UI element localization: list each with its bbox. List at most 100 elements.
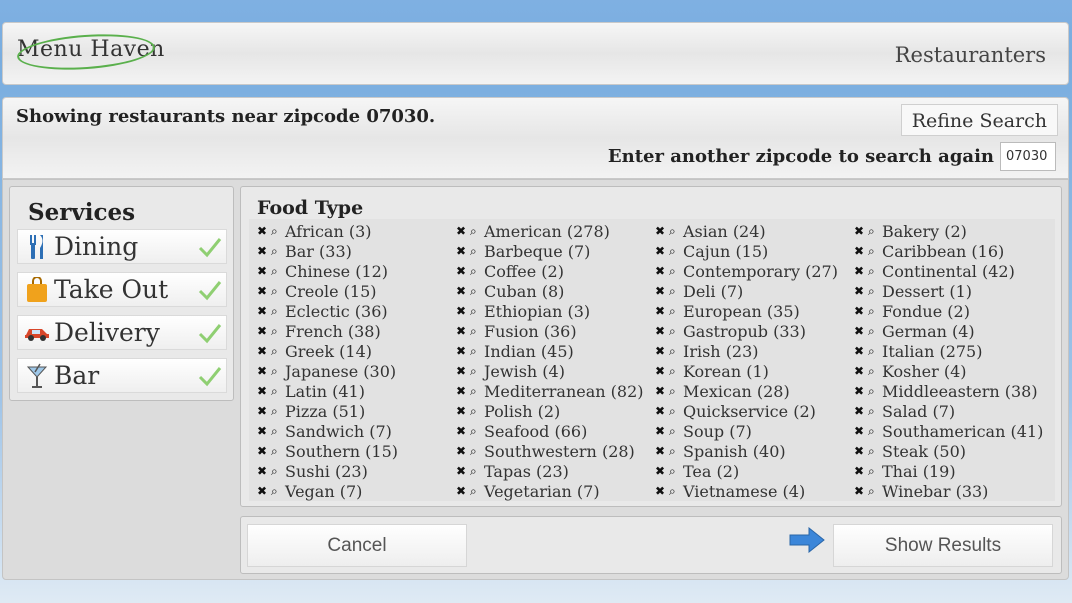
food-type-label[interactable]: Kosher (4) <box>882 362 967 381</box>
food-type-label[interactable]: Winebar (33) <box>882 482 988 501</box>
search-icon[interactable]: ⌕ <box>669 284 683 299</box>
exclude-icon[interactable]: ✖ <box>456 464 470 478</box>
search-icon[interactable]: ⌕ <box>868 284 882 299</box>
search-icon[interactable]: ⌕ <box>868 464 882 479</box>
search-icon[interactable]: ⌕ <box>470 384 484 399</box>
food-type-label[interactable]: German (4) <box>882 322 975 341</box>
exclude-icon[interactable]: ✖ <box>655 364 669 378</box>
food-type-label[interactable]: Korean (1) <box>683 362 769 381</box>
exclude-icon[interactable]: ✖ <box>854 324 868 338</box>
search-icon[interactable]: ⌕ <box>868 424 882 439</box>
exclude-icon[interactable]: ✖ <box>854 364 868 378</box>
search-icon[interactable]: ⌕ <box>470 444 484 459</box>
exclude-icon[interactable]: ✖ <box>456 364 470 378</box>
food-type-label[interactable]: Greek (14) <box>285 342 372 361</box>
exclude-icon[interactable]: ✖ <box>456 424 470 438</box>
food-type-label[interactable]: Coffee (2) <box>484 262 564 281</box>
food-type-label[interactable]: American (278) <box>484 222 610 241</box>
exclude-icon[interactable]: ✖ <box>854 384 868 398</box>
food-type-label[interactable]: Tapas (23) <box>484 462 569 481</box>
food-type-label[interactable]: Fusion (36) <box>484 322 577 341</box>
search-icon[interactable]: ⌕ <box>271 344 285 359</box>
service-bar[interactable]: Bar <box>17 358 227 393</box>
search-icon[interactable]: ⌕ <box>271 464 285 479</box>
exclude-icon[interactable]: ✖ <box>257 304 271 318</box>
show-results-button[interactable]: Show Results <box>833 524 1053 567</box>
zipcode-input[interactable] <box>1000 142 1056 171</box>
refine-search-button[interactable]: Refine Search <box>900 104 1058 136</box>
search-icon[interactable]: ⌕ <box>669 224 683 239</box>
food-type-label[interactable]: Cuban (8) <box>484 282 564 301</box>
search-icon[interactable]: ⌕ <box>669 244 683 259</box>
food-type-label[interactable]: Fondue (2) <box>882 302 970 321</box>
food-type-label[interactable]: Steak (50) <box>882 442 966 461</box>
food-type-label[interactable]: African (3) <box>285 222 372 241</box>
exclude-icon[interactable]: ✖ <box>257 224 271 238</box>
search-icon[interactable]: ⌕ <box>271 384 285 399</box>
exclude-icon[interactable]: ✖ <box>257 444 271 458</box>
exclude-icon[interactable]: ✖ <box>456 264 470 278</box>
exclude-icon[interactable]: ✖ <box>655 484 669 498</box>
exclude-icon[interactable]: ✖ <box>456 484 470 498</box>
exclude-icon[interactable]: ✖ <box>854 264 868 278</box>
food-type-label[interactable]: Middleeastern (38) <box>882 382 1038 401</box>
food-type-label[interactable]: Eclectic (36) <box>285 302 388 321</box>
search-icon[interactable]: ⌕ <box>669 444 683 459</box>
exclude-icon[interactable]: ✖ <box>655 284 669 298</box>
food-type-label[interactable]: Salad (7) <box>882 402 955 421</box>
search-icon[interactable]: ⌕ <box>271 444 285 459</box>
search-icon[interactable]: ⌕ <box>669 384 683 399</box>
food-type-label[interactable]: Deli (7) <box>683 282 743 301</box>
food-type-label[interactable]: Barbeque (7) <box>484 242 590 261</box>
exclude-icon[interactable]: ✖ <box>257 344 271 358</box>
service-dining[interactable]: Dining <box>17 229 227 264</box>
food-type-label[interactable]: Latin (41) <box>285 382 365 401</box>
food-type-label[interactable]: Pizza (51) <box>285 402 365 421</box>
food-type-label[interactable]: Japanese (30) <box>285 362 396 381</box>
food-type-label[interactable]: Dessert (1) <box>882 282 972 301</box>
exclude-icon[interactable]: ✖ <box>655 384 669 398</box>
cancel-button[interactable]: Cancel <box>247 524 467 567</box>
search-icon[interactable]: ⌕ <box>669 464 683 479</box>
search-icon[interactable]: ⌕ <box>271 484 285 499</box>
search-icon[interactable]: ⌕ <box>470 324 484 339</box>
exclude-icon[interactable]: ✖ <box>854 484 868 498</box>
search-icon[interactable]: ⌕ <box>669 424 683 439</box>
exclude-icon[interactable]: ✖ <box>854 444 868 458</box>
exclude-icon[interactable]: ✖ <box>456 384 470 398</box>
food-type-label[interactable]: Mediterranean (82) <box>484 382 644 401</box>
search-icon[interactable]: ⌕ <box>669 324 683 339</box>
food-type-label[interactable]: Ethiopian (3) <box>484 302 590 321</box>
food-type-label[interactable]: Cajun (15) <box>683 242 768 261</box>
search-icon[interactable]: ⌕ <box>271 244 285 259</box>
food-type-label[interactable]: Vietnamese (4) <box>683 482 805 501</box>
exclude-icon[interactable]: ✖ <box>655 224 669 238</box>
exclude-icon[interactable]: ✖ <box>655 344 669 358</box>
search-icon[interactable]: ⌕ <box>470 404 484 419</box>
search-icon[interactable]: ⌕ <box>271 264 285 279</box>
food-type-label[interactable]: Irish (23) <box>683 342 759 361</box>
food-type-label[interactable]: Bar (33) <box>285 242 352 261</box>
food-type-label[interactable]: Polish (2) <box>484 402 560 421</box>
exclude-icon[interactable]: ✖ <box>456 444 470 458</box>
exclude-icon[interactable]: ✖ <box>854 304 868 318</box>
exclude-icon[interactable]: ✖ <box>854 224 868 238</box>
exclude-icon[interactable]: ✖ <box>456 284 470 298</box>
exclude-icon[interactable]: ✖ <box>257 364 271 378</box>
exclude-icon[interactable]: ✖ <box>257 384 271 398</box>
food-type-label[interactable]: Seafood (66) <box>484 422 587 441</box>
exclude-icon[interactable]: ✖ <box>655 464 669 478</box>
exclude-icon[interactable]: ✖ <box>854 344 868 358</box>
food-type-label[interactable]: Vegetarian (7) <box>484 482 600 501</box>
restaurateurs-link[interactable]: Restauranters <box>895 43 1046 67</box>
food-type-label[interactable]: Contemporary (27) <box>683 262 838 281</box>
food-type-label[interactable]: Bakery (2) <box>882 222 967 241</box>
food-type-label[interactable]: Soup (7) <box>683 422 752 441</box>
exclude-icon[interactable]: ✖ <box>257 484 271 498</box>
exclude-icon[interactable]: ✖ <box>655 324 669 338</box>
search-icon[interactable]: ⌕ <box>868 324 882 339</box>
food-type-label[interactable]: Quickservice (2) <box>683 402 816 421</box>
food-type-label[interactable]: French (38) <box>285 322 381 341</box>
food-type-label[interactable]: Tea (2) <box>683 462 739 481</box>
food-type-label[interactable]: Southern (15) <box>285 442 398 461</box>
